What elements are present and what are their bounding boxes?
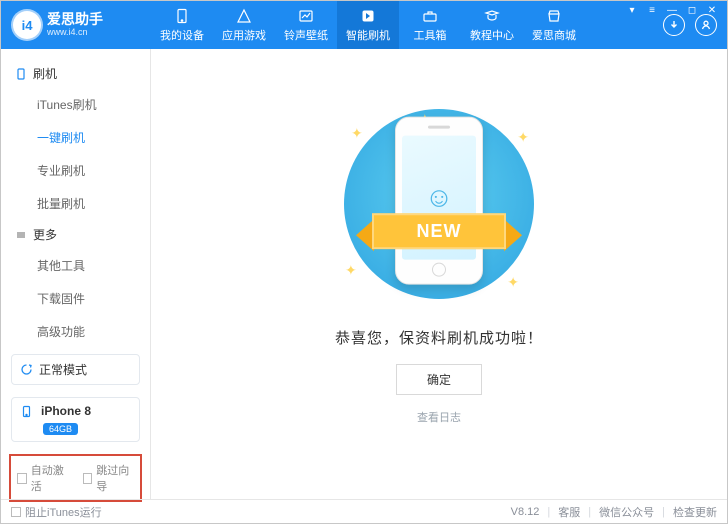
sparkle-icon: ✦: [507, 274, 519, 291]
nav-smart-flash[interactable]: 智能刷机: [337, 1, 399, 49]
sparkle-icon: ✦: [351, 125, 363, 142]
version-label: V8.12: [511, 506, 540, 518]
confirm-button[interactable]: 确定: [396, 364, 482, 395]
sidebar-item-batch-flash[interactable]: 批量刷机: [1, 187, 150, 220]
brand-subtitle: www.i4.cn: [47, 28, 103, 38]
checkbox-block-itunes[interactable]: 阻止iTunes运行: [11, 504, 102, 520]
statusbar: 阻止iTunes运行 V8.12 | 客服 | 微信公众号 | 检查更新: [1, 499, 727, 523]
success-illustration: ✦ ✦ ✦ ✦ ✦ ☺ NEW: [319, 99, 559, 309]
check-update-link[interactable]: 检查更新: [673, 504, 717, 520]
top-nav: 我的设备 应用游戏 铃声壁纸 智能刷机: [151, 1, 663, 49]
brand-icon: i4: [13, 11, 41, 39]
sparkle-icon: ✦: [517, 129, 529, 146]
tutorial-icon: [483, 7, 501, 25]
checkbox-icon: [11, 507, 21, 517]
sidebar-item-other-tools[interactable]: 其他工具: [1, 249, 150, 282]
window-controls: ▾ ≡ — ◻ ✕: [625, 5, 719, 16]
nav-toolbox[interactable]: 工具箱: [399, 1, 461, 49]
device-name: iPhone 8: [41, 404, 91, 418]
nav-my-device[interactable]: 我的设备: [151, 1, 213, 49]
nav-label: 工具箱: [414, 27, 447, 43]
shop-icon[interactable]: ▾: [625, 5, 639, 16]
storage-badge: 64GB: [43, 423, 78, 435]
phone-illustration: ☺: [395, 117, 483, 285]
maximize-icon[interactable]: ◻: [685, 5, 699, 16]
checkbox-label: 阻止iTunes运行: [25, 504, 102, 520]
toolbox-icon: [421, 7, 439, 25]
nav-label: 铃声壁纸: [284, 27, 328, 43]
sidebar-group-flash: 刷机: [1, 59, 150, 88]
sidebar-item-itunes-flash[interactable]: iTunes刷机: [1, 88, 150, 121]
download-button[interactable]: [663, 14, 685, 36]
success-message: 恭喜您，保资料刷机成功啦！: [335, 327, 543, 348]
mode-label: 正常模式: [39, 361, 87, 378]
minimize-icon[interactable]: —: [665, 5, 679, 16]
sparkle-icon: ✦: [345, 262, 357, 279]
phone-icon: [15, 68, 27, 80]
menu-icon[interactable]: ≡: [645, 5, 659, 16]
group-title: 更多: [33, 226, 57, 243]
brand-title: 爱思助手: [47, 12, 103, 27]
sidebar-group-more: 更多: [1, 220, 150, 249]
app-window: ▾ ≡ — ◻ ✕ i4 爱思助手 www.i4.cn 我的设备: [0, 0, 728, 524]
nav-label: 教程中心: [470, 27, 514, 43]
nav-label: 智能刷机: [346, 27, 390, 43]
checkbox-skip-wizard[interactable]: 跳过向导: [83, 462, 135, 494]
support-link[interactable]: 客服: [558, 504, 580, 520]
refresh-icon: [20, 363, 33, 376]
checkbox-label: 跳过向导: [96, 462, 134, 494]
ribbon: NEW: [354, 208, 524, 256]
nav-label: 我的设备: [160, 27, 204, 43]
apps-icon: [235, 7, 253, 25]
highlight-options: 自动激活 跳过向导: [9, 454, 142, 502]
nav-tutorial[interactable]: 教程中心: [461, 1, 523, 49]
checkbox-label: 自动激活: [31, 462, 69, 494]
device-box[interactable]: iPhone 8 64GB: [11, 397, 140, 442]
wallpaper-icon: [297, 7, 315, 25]
main-panel: ✦ ✦ ✦ ✦ ✦ ☺ NEW 恭喜您，保资料刷机成功啦！ 确定 查看日志: [151, 49, 727, 499]
sidebar-item-pro-flash[interactable]: 专业刷机: [1, 154, 150, 187]
mode-box[interactable]: 正常模式: [11, 354, 140, 385]
sidebar-item-oneclick-flash[interactable]: 一键刷机: [1, 121, 150, 154]
wechat-link[interactable]: 微信公众号: [599, 504, 654, 520]
account-button[interactable]: [695, 14, 717, 36]
checkbox-icon: [17, 473, 27, 484]
checkbox-icon: [83, 473, 93, 484]
view-log-link[interactable]: 查看日志: [417, 409, 461, 425]
device-icon: [173, 7, 191, 25]
sidebar-item-download-firmware[interactable]: 下载固件: [1, 282, 150, 315]
nav-label: 爱思商城: [532, 27, 576, 43]
nav-store[interactable]: 爱思商城: [523, 1, 585, 49]
checkbox-auto-activate[interactable]: 自动激活: [17, 462, 69, 494]
titlebar-right: [663, 14, 727, 36]
group-title: 刷机: [33, 65, 57, 82]
titlebar: ▾ ≡ — ◻ ✕ i4 爱思助手 www.i4.cn 我的设备: [1, 1, 727, 49]
nav-ringtone-wallpaper[interactable]: 铃声壁纸: [275, 1, 337, 49]
content: 刷机 iTunes刷机 一键刷机 专业刷机 批量刷机 更多 其他工具 下载固件 …: [1, 49, 727, 499]
sidebar: 刷机 iTunes刷机 一键刷机 专业刷机 批量刷机 更多 其他工具 下载固件 …: [1, 49, 151, 499]
flash-icon: [359, 7, 377, 25]
more-icon: [15, 229, 27, 241]
close-icon[interactable]: ✕: [705, 5, 719, 16]
brand: i4 爱思助手 www.i4.cn: [1, 11, 151, 39]
nav-apps-games[interactable]: 应用游戏: [213, 1, 275, 49]
sidebar-item-advanced[interactable]: 高级功能: [1, 315, 150, 348]
device-icon: [20, 405, 33, 418]
nav-label: 应用游戏: [222, 27, 266, 43]
store-icon: [545, 7, 563, 25]
ribbon-text: NEW: [372, 214, 506, 250]
